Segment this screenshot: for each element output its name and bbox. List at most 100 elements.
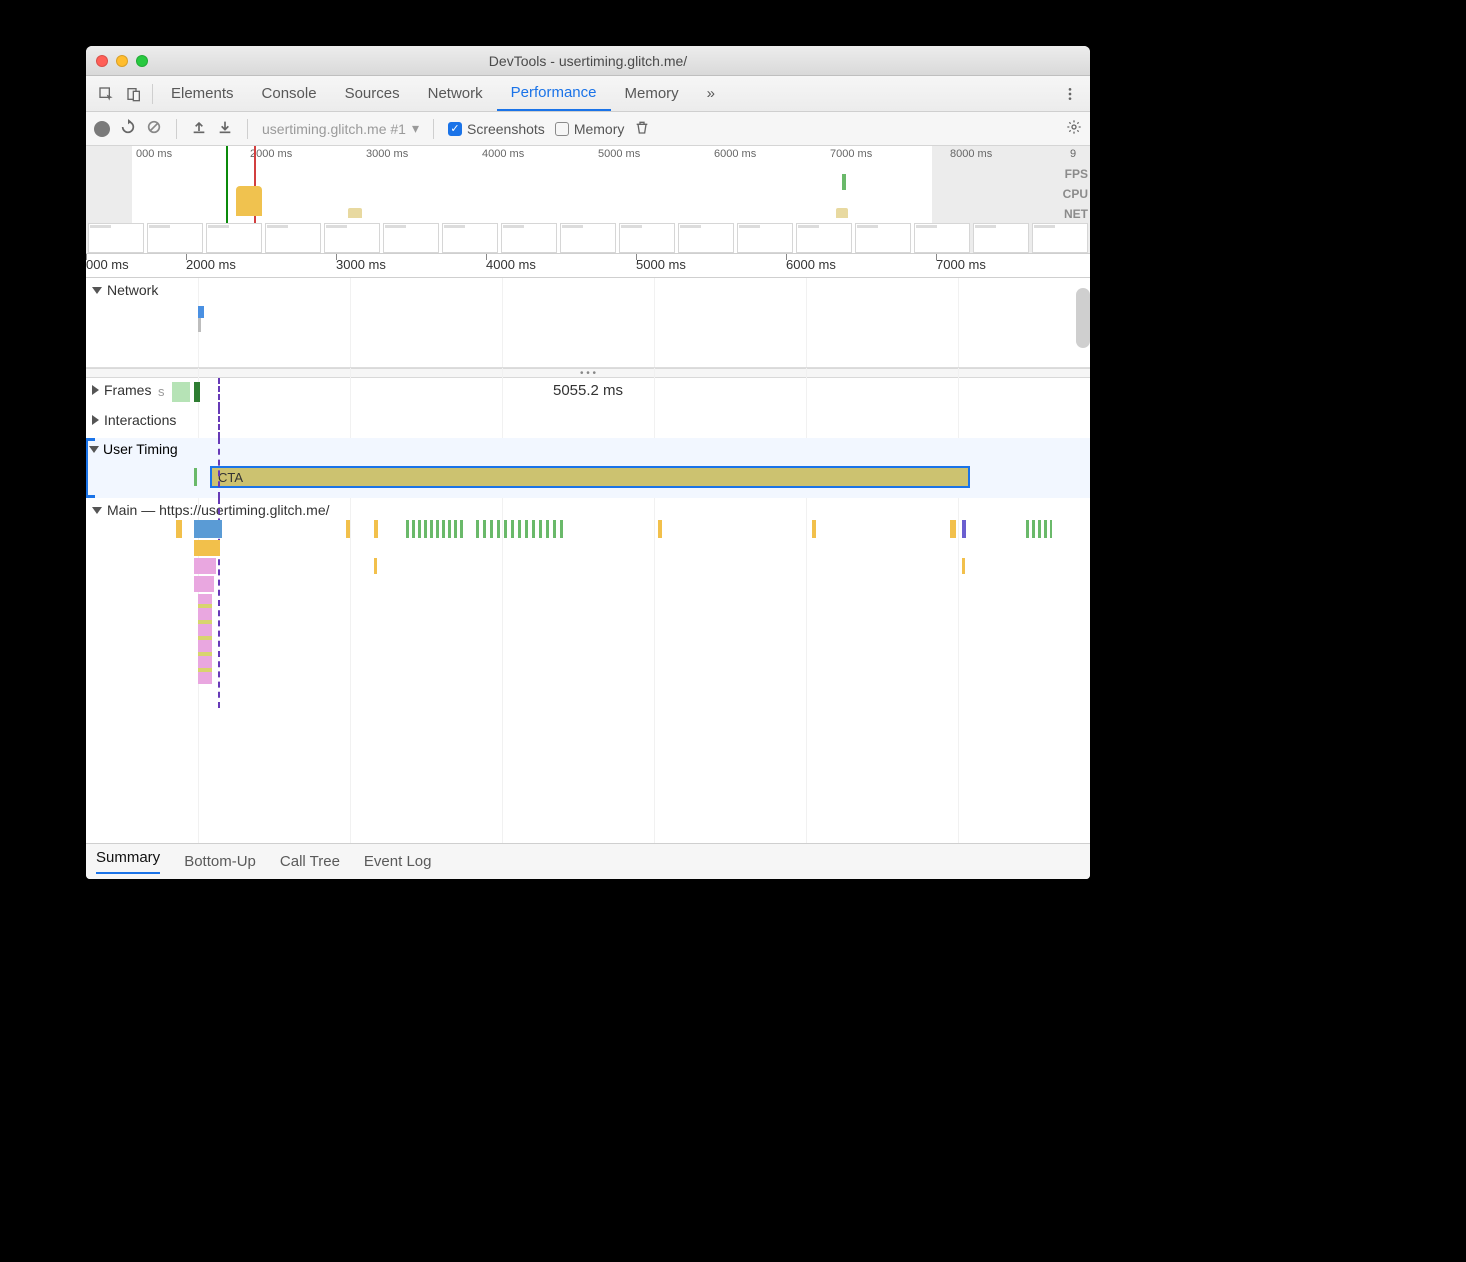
screenshot-thumb[interactable] xyxy=(442,223,498,253)
fps-label: FPS xyxy=(1063,164,1088,184)
screenshot-thumb[interactable] xyxy=(973,223,1029,253)
network-label: Network xyxy=(107,282,158,298)
ruler-tick: 4000 ms xyxy=(486,257,536,272)
screenshot-filmstrip[interactable] xyxy=(86,223,1090,253)
timeline-overview[interactable]: 000 ms 2000 ms 3000 ms 4000 ms 5000 ms 6… xyxy=(86,146,1090,254)
divider xyxy=(247,119,248,139)
main-thread-track[interactable]: Main — https://usertiming.glitch.me/ xyxy=(86,498,1090,708)
task-block[interactable] xyxy=(194,520,222,538)
network-track[interactable]: Network xyxy=(86,278,1090,368)
ruler-tick: 6000 ms xyxy=(786,257,836,272)
recording-select[interactable]: usertiming.glitch.me #1 ▾ xyxy=(262,120,419,137)
network-request-bar[interactable] xyxy=(198,318,201,332)
screenshot-thumb[interactable] xyxy=(619,223,675,253)
screenshot-thumb[interactable] xyxy=(796,223,852,253)
frames-track[interactable]: Frames s 5055.2 ms xyxy=(86,378,1090,408)
overview-tick: 2000 ms xyxy=(250,148,292,160)
task-block[interactable] xyxy=(346,520,350,538)
chevron-down-icon: ▾ xyxy=(412,120,419,137)
tab-sources[interactable]: Sources xyxy=(331,76,414,111)
interactions-label: Interactions xyxy=(104,412,176,428)
task-block[interactable] xyxy=(194,558,216,574)
reload-record-icon[interactable] xyxy=(120,119,136,138)
devtools-window: DevTools - usertiming.glitch.me/ Element… xyxy=(86,46,1090,879)
tab-call-tree[interactable]: Call Tree xyxy=(280,853,340,870)
user-timing-measure-cta[interactable]: CTA xyxy=(210,466,970,488)
record-button-icon[interactable] xyxy=(94,121,110,137)
memory-checkbox[interactable]: Memory xyxy=(555,121,625,137)
garbage-collect-icon[interactable] xyxy=(634,119,650,138)
inspect-element-icon[interactable] xyxy=(92,86,120,102)
task-block[interactable] xyxy=(812,520,816,538)
network-request-bar[interactable] xyxy=(198,306,204,318)
task-block[interactable] xyxy=(1026,520,1052,538)
task-block[interactable] xyxy=(962,558,965,574)
net-label: NET xyxy=(1063,204,1088,224)
screenshot-thumb[interactable] xyxy=(678,223,734,253)
frames-track-header[interactable]: Frames xyxy=(86,378,157,402)
tab-summary[interactable]: Summary xyxy=(96,849,160,874)
memory-label: Memory xyxy=(574,121,625,137)
frame-block[interactable] xyxy=(194,382,200,402)
kebab-menu-icon[interactable] xyxy=(1056,86,1084,102)
clear-icon[interactable] xyxy=(146,119,162,138)
screenshot-thumb[interactable] xyxy=(1032,223,1088,253)
overview-lane-labels: FPS CPU NET xyxy=(1063,164,1088,224)
tab-elements[interactable]: Elements xyxy=(157,76,248,111)
save-profile-icon[interactable] xyxy=(217,119,233,138)
frame-block[interactable] xyxy=(172,382,190,402)
aux-divider xyxy=(218,438,220,498)
load-profile-icon[interactable] xyxy=(191,119,207,138)
screenshots-checkbox[interactable]: ✓ Screenshots xyxy=(448,121,545,137)
tab-event-log[interactable]: Event Log xyxy=(364,853,432,870)
settings-gear-icon[interactable] xyxy=(1066,119,1082,138)
screenshot-thumb[interactable] xyxy=(560,223,616,253)
screenshot-thumb[interactable] xyxy=(737,223,793,253)
ruler-tick: 5000 ms xyxy=(636,257,686,272)
flamechart-time-ruler[interactable]: 000 ms 2000 ms 3000 ms 4000 ms 5000 ms 6… xyxy=(86,254,1090,278)
screenshot-thumb[interactable] xyxy=(206,223,262,253)
user-timing-track[interactable]: User Timing CTA xyxy=(86,438,1090,498)
task-block[interactable] xyxy=(176,520,182,538)
devtools-main-tabs: Elements Console Sources Network Perform… xyxy=(86,76,1090,112)
task-block[interactable] xyxy=(198,594,212,684)
overview-tick: 3000 ms xyxy=(366,148,408,160)
cpu-activity-spike xyxy=(348,208,362,218)
tab-network[interactable]: Network xyxy=(414,76,497,111)
screenshot-thumb[interactable] xyxy=(914,223,970,253)
screenshot-thumb[interactable] xyxy=(147,223,203,253)
screenshot-thumb[interactable] xyxy=(265,223,321,253)
tabs-overflow-button[interactable]: » xyxy=(693,76,729,111)
task-block[interactable] xyxy=(476,520,566,538)
network-track-header[interactable]: Network xyxy=(86,278,1090,302)
user-timing-track-header[interactable]: User Timing xyxy=(89,441,178,457)
task-block[interactable] xyxy=(194,540,220,556)
tab-performance[interactable]: Performance xyxy=(497,76,611,111)
screenshot-thumb[interactable] xyxy=(855,223,911,253)
tab-memory[interactable]: Memory xyxy=(611,76,693,111)
device-toolbar-icon[interactable] xyxy=(120,86,148,102)
task-block[interactable] xyxy=(194,576,214,592)
flamechart-area[interactable]: Network • • • Frames s 5055.2 ms Interac… xyxy=(86,278,1090,843)
pane-splitter[interactable]: • • • xyxy=(86,368,1090,378)
interactions-track-header[interactable]: Interactions xyxy=(86,408,1090,432)
overview-tick: 5000 ms xyxy=(598,148,640,160)
screenshot-thumb[interactable] xyxy=(88,223,144,253)
interactions-track[interactable]: Interactions xyxy=(86,408,1090,438)
screenshot-thumb[interactable] xyxy=(501,223,557,253)
screenshot-thumb[interactable] xyxy=(324,223,380,253)
task-block[interactable] xyxy=(406,520,466,538)
main-track-header[interactable]: Main — https://usertiming.glitch.me/ xyxy=(86,498,1090,522)
user-timing-mark[interactable] xyxy=(194,468,197,486)
frame-marker xyxy=(842,174,846,190)
disclosure-triangle-down-icon xyxy=(89,446,99,453)
task-block[interactable] xyxy=(962,520,966,538)
screenshot-thumb[interactable] xyxy=(383,223,439,253)
checkbox-checked-icon: ✓ xyxy=(448,122,462,136)
tab-console[interactable]: Console xyxy=(248,76,331,111)
tab-bottom-up[interactable]: Bottom-Up xyxy=(184,853,256,870)
task-block[interactable] xyxy=(374,558,377,574)
task-block[interactable] xyxy=(658,520,662,538)
task-block[interactable] xyxy=(950,520,956,538)
task-block[interactable] xyxy=(374,520,378,538)
